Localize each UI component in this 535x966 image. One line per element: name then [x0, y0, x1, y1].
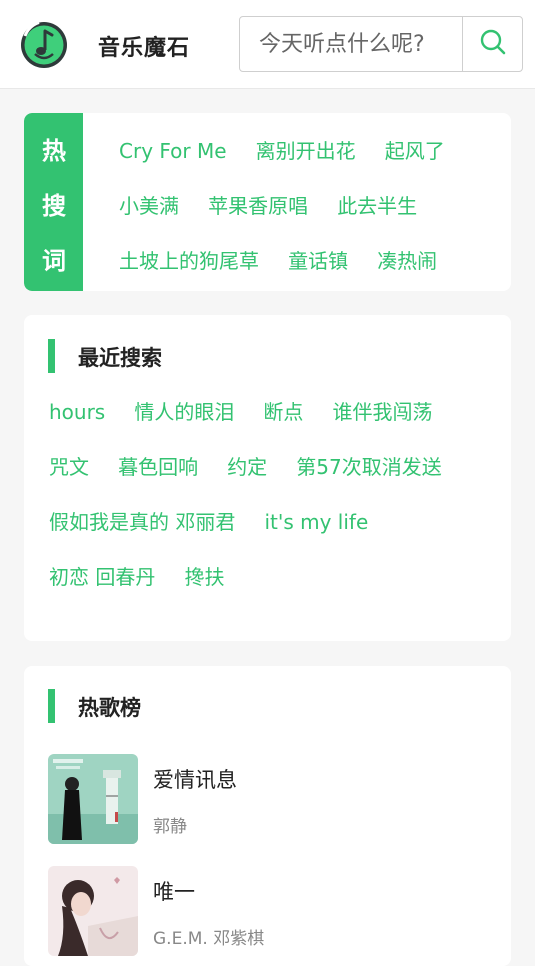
recent-search-tag[interactable]: 情人的眼泪 — [134, 397, 234, 427]
hot-label-char: 词 — [42, 247, 66, 275]
hot-label-char: 热 — [42, 137, 66, 165]
song-title: 爱情讯息 — [153, 768, 237, 792]
song-artist: G.E.M. 邓紫棋 — [153, 929, 265, 949]
hot-search-tag[interactable]: 苹果香原唱 — [208, 191, 308, 221]
hot-songs-title: 热歌榜 — [78, 696, 141, 720]
hot-search-tag[interactable]: 离别开出花 — [256, 136, 356, 166]
hot-search-tag[interactable]: 此去半生 — [337, 191, 417, 221]
album-cover — [48, 866, 138, 956]
recent-search-tag[interactable]: 搀扶 — [184, 562, 224, 592]
search-input[interactable] — [240, 17, 462, 71]
song-item[interactable]: 爱情讯息 郭静 — [48, 754, 488, 844]
recent-search-tag[interactable]: it's my life — [264, 507, 368, 537]
recent-search-tag[interactable]: hours — [49, 397, 105, 427]
recent-search-tag[interactable]: 咒文 — [49, 452, 89, 482]
recent-search-row: hours 情人的眼泪 断点 谁伴我闯荡 — [49, 397, 457, 427]
search-box — [239, 16, 523, 72]
recent-search-row: 假如我是真的 邓丽君 it's my life — [49, 507, 392, 537]
hot-search-tag[interactable]: Cry For Me — [119, 136, 227, 166]
recent-search-tag[interactable]: 暮色回响 — [118, 452, 198, 482]
album-cover — [48, 754, 138, 844]
recent-search-tag[interactable]: 初恋 回春丹 — [49, 562, 155, 592]
recent-search-tag[interactable]: 假如我是真的 邓丽君 — [49, 507, 235, 537]
hot-search-label: 热 搜 词 — [24, 113, 83, 291]
hot-label-char: 搜 — [42, 192, 66, 220]
section-accent-bar — [48, 339, 55, 373]
hot-search-tag[interactable]: 童话镇 — [288, 246, 348, 276]
recent-search-tag[interactable]: 第57次取消发送 — [296, 452, 441, 482]
app-header: 音乐魔石 — [0, 0, 535, 89]
hot-search-row: 土坡上的狗尾草 童话镇 凑热闹 — [119, 246, 461, 276]
recent-search-row: 咒文 暮色回响 约定 第57次取消发送 — [49, 452, 466, 482]
hot-search-tag[interactable]: 土坡上的狗尾草 — [119, 246, 259, 276]
music-note-logo-icon[interactable] — [19, 18, 69, 70]
hot-search-row: 小美满 苹果香原唱 此去半生 — [119, 191, 441, 221]
search-icon — [479, 28, 507, 60]
recent-search-title: 最近搜索 — [78, 346, 162, 370]
hot-search-tag[interactable]: 凑热闹 — [377, 246, 437, 276]
recent-search-tag[interactable]: 断点 — [263, 397, 303, 427]
recent-search-tag[interactable]: 约定 — [227, 452, 267, 482]
hot-search-card: 热 搜 词 Cry For Me 离别开出花 起风了 小美满 苹果香原唱 此去半… — [24, 113, 511, 291]
recent-search-tag[interactable]: 谁伴我闯荡 — [333, 397, 433, 427]
hot-search-tag[interactable]: 起风了 — [385, 136, 445, 166]
recent-search-row: 初恋 回春丹 搀扶 — [49, 562, 248, 592]
hot-search-tag[interactable]: 小美满 — [119, 191, 179, 221]
song-artist: 郭静 — [153, 817, 187, 837]
section-accent-bar — [48, 689, 55, 723]
brand-name: 音乐魔石 — [98, 36, 191, 61]
song-title: 唯一 — [153, 880, 195, 904]
hot-search-row: Cry For Me 离别开出花 起风了 — [119, 136, 469, 166]
hot-songs-card: 热歌榜 爱情讯息 郭静 唯一 G.E.M. 邓紫棋 — [24, 666, 511, 966]
song-item[interactable]: 唯一 G.E.M. 邓紫棋 — [48, 866, 488, 956]
recent-search-card: 最近搜索 hours 情人的眼泪 断点 谁伴我闯荡 咒文 暮色回响 约定 第57… — [24, 315, 511, 641]
search-button[interactable] — [462, 17, 522, 71]
